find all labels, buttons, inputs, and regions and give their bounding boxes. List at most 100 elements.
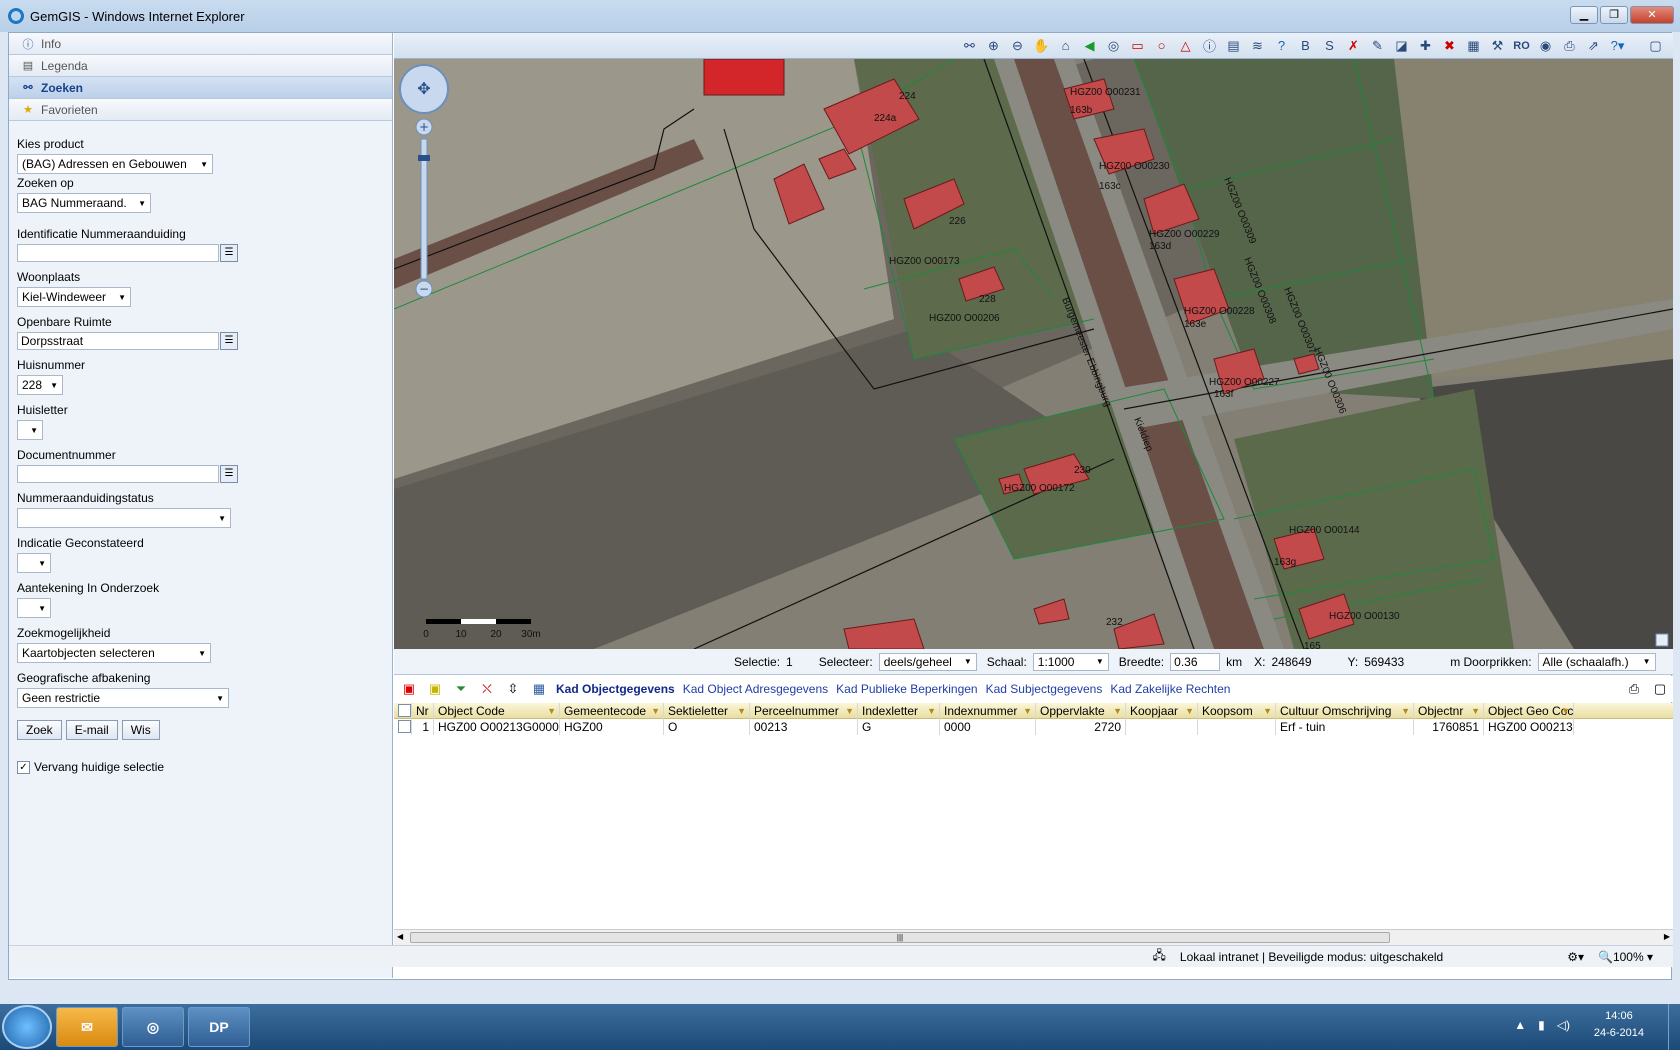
- column-header[interactable]: Indexnummer ▼: [940, 703, 1036, 719]
- layer-stack-icon[interactable]: ≋: [1248, 36, 1267, 55]
- wis-button[interactable]: Wis: [121, 720, 160, 740]
- scroll-left-icon[interactable]: ◀: [397, 932, 403, 941]
- area-icon[interactable]: ◪: [1392, 36, 1411, 55]
- print-icon[interactable]: ⎙: [1560, 36, 1579, 55]
- sort-icon[interactable]: ▼: [1113, 703, 1122, 719]
- header-select-all[interactable]: [394, 703, 412, 719]
- row-checkbox[interactable]: [398, 720, 411, 733]
- column-header[interactable]: Cultuur Omschrijving ▼: [1276, 703, 1414, 719]
- aerial-map[interactable]: 224224a 226 228 HGZ00 O00173 HGZ00 O00206 HGZ…: [394, 59, 1673, 649]
- zoekmogelijkheid-select[interactable]: Kaartobjecten selecteren ▼: [17, 643, 211, 663]
- bold-b-icon[interactable]: B: [1296, 36, 1315, 55]
- sort-icon[interactable]: ▼: [651, 703, 660, 719]
- tab-kad-subjectgegevens[interactable]: Kad Subjectgegevens: [986, 682, 1103, 696]
- kies-product-select[interactable]: (BAG) Adressen en Gebouwen ▼: [17, 154, 213, 174]
- column-header[interactable]: Object Code ▼: [434, 703, 560, 719]
- column-header[interactable]: Koopsom ▼: [1198, 703, 1276, 719]
- geconstateerd-select[interactable]: ▼: [17, 553, 51, 573]
- status-select[interactable]: ▼: [17, 508, 231, 528]
- sort-icon[interactable]: ▼: [1471, 703, 1480, 719]
- info-select-icon[interactable]: ⓘ: [1200, 36, 1219, 55]
- sort-icon[interactable]: ▼: [1561, 703, 1570, 719]
- list-picker-icon[interactable]: ☰: [220, 332, 238, 350]
- export-icon[interactable]: ⇗: [1584, 36, 1603, 55]
- zoom-xy-icon[interactable]: ◎: [1104, 36, 1123, 55]
- back-icon[interactable]: ◀: [1080, 36, 1099, 55]
- globe-icon[interactable]: ◉: [1536, 36, 1555, 55]
- sort-icon[interactable]: ▼: [1401, 703, 1410, 719]
- minimize-button[interactable]: ▁: [1570, 6, 1598, 24]
- taskbar-dp[interactable]: DP: [188, 1007, 250, 1047]
- sort-icon[interactable]: ▼: [1023, 703, 1032, 719]
- close-button[interactable]: ✕: [1630, 6, 1674, 24]
- scroll-right-icon[interactable]: ▶: [1664, 932, 1670, 941]
- select-polygon-icon[interactable]: △: [1176, 36, 1195, 55]
- home-icon[interactable]: ⌂: [1056, 36, 1075, 55]
- sort-icon[interactable]: ▼: [1263, 703, 1272, 719]
- highlight-icon[interactable]: ▣: [426, 680, 444, 698]
- clock[interactable]: 14:06 24-6-2014: [1594, 1008, 1644, 1042]
- sort-icon[interactable]: ▼: [927, 703, 936, 719]
- pan-control[interactable]: ✥: [399, 64, 449, 114]
- select-circle-icon[interactable]: ○: [1152, 36, 1171, 55]
- help-icon[interactable]: ?: [1272, 36, 1291, 55]
- tray-expand-icon[interactable]: ▲: [1514, 1018, 1526, 1032]
- sort-icon[interactable]: ▼: [547, 703, 556, 719]
- columns-icon[interactable]: ⇳: [504, 680, 522, 698]
- zoom-out-icon[interactable]: ⊖: [1008, 36, 1027, 55]
- taskbar-app2[interactable]: ◎: [122, 1007, 184, 1047]
- column-header[interactable]: Object Geo Coc ▼: [1484, 703, 1574, 719]
- start-button[interactable]: [2, 1005, 52, 1049]
- s-icon[interactable]: S: [1320, 36, 1339, 55]
- sort-icon[interactable]: ▼: [737, 703, 746, 719]
- sort-icon[interactable]: ▼: [1185, 703, 1194, 719]
- clear-icon[interactable]: ✗: [1344, 36, 1363, 55]
- tab-kad-publieke-beperkingen[interactable]: Kad Publieke Beperkingen: [836, 682, 977, 696]
- wrench-icon[interactable]: ⚒: [1488, 36, 1507, 55]
- layers-icon[interactable]: ▤: [1224, 36, 1243, 55]
- map-canvas[interactable]: 224 224a 226 228 HGZ00 O00173 HGZ00 O00206 HGZ…: [394, 59, 1673, 649]
- pan-hand-icon[interactable]: ✋: [1032, 36, 1051, 55]
- show-desktop-button[interactable]: [1668, 1004, 1680, 1050]
- volume-icon[interactable]: ◁): [1557, 1018, 1570, 1032]
- breedte-input[interactable]: 0.36: [1170, 652, 1221, 671]
- column-header[interactable]: Indexletter ▼: [858, 703, 940, 719]
- schaal-select[interactable]: 1:1000 ▼: [1032, 652, 1109, 671]
- vervang-checkbox[interactable]: ✓: [17, 760, 30, 774]
- table-icon[interactable]: ▦: [530, 680, 548, 698]
- taskbar-outlook[interactable]: ✉: [56, 1007, 118, 1047]
- select-rectangle-icon[interactable]: ▭: [1128, 36, 1147, 55]
- documentnummer-input[interactable]: [17, 465, 219, 483]
- remove-pin-icon[interactable]: ✖: [1440, 36, 1459, 55]
- section-favorieten[interactable]: ★ Favorieten: [9, 99, 392, 121]
- horizontal-scrollbar[interactable]: ◀ ||| ▶: [394, 929, 1673, 945]
- binoculars-icon[interactable]: ⚯: [960, 36, 979, 55]
- remove-filter-icon[interactable]: ⛌: [478, 680, 496, 698]
- filter-icon[interactable]: ⏷: [452, 680, 470, 698]
- column-header[interactable]: Gemeentecode ▼: [560, 703, 664, 719]
- identificatie-input[interactable]: [17, 244, 219, 262]
- column-header[interactable]: Koopjaar ▼: [1126, 703, 1198, 719]
- table-row[interactable]: 1 HGZ00 O00213G0000 HGZ00 O 00213 G 0000 2720 Er…: [394, 719, 1673, 735]
- list-picker-icon[interactable]: ☰: [220, 465, 238, 483]
- maximize-table-icon[interactable]: ▢: [1651, 680, 1669, 698]
- column-header[interactable]: Sektieletter ▼: [664, 703, 750, 719]
- zoek-button[interactable]: Zoek: [17, 720, 62, 740]
- pin-icon[interactable]: ✚: [1416, 36, 1435, 55]
- scroll-thumb[interactable]: |||: [410, 932, 1390, 943]
- help-dropdown-icon[interactable]: ?▾: [1608, 36, 1627, 55]
- onderzoek-select[interactable]: ▼: [17, 598, 51, 618]
- tab-kad-object-adresgegevens[interactable]: Kad Object Adresgegevens: [683, 682, 828, 696]
- ro-online-icon[interactable]: RO: [1512, 36, 1531, 55]
- section-info[interactable]: ⓘ Info: [9, 33, 392, 55]
- openbare-ruimte-input[interactable]: Dorpsstraat: [17, 332, 219, 350]
- protected-mode-icon[interactable]: ⚙▾: [1567, 950, 1584, 964]
- column-header[interactable]: Objectnr ▼: [1414, 703, 1484, 719]
- network-icon[interactable]: ▮: [1538, 1018, 1545, 1032]
- selecteer-select[interactable]: deels/geheel ▼: [878, 652, 977, 671]
- email-button[interactable]: E-mail: [65, 720, 118, 740]
- woonplaats-select[interactable]: Kiel-Windeweer ▼: [17, 287, 131, 307]
- tab-kad-zakelijke-rechten[interactable]: Kad Zakelijke Rechten: [1110, 682, 1230, 696]
- afbakening-select[interactable]: Geen restrictie ▼: [17, 688, 229, 708]
- doorprikken-select[interactable]: Alle (schaalafh.) ▼: [1537, 652, 1656, 671]
